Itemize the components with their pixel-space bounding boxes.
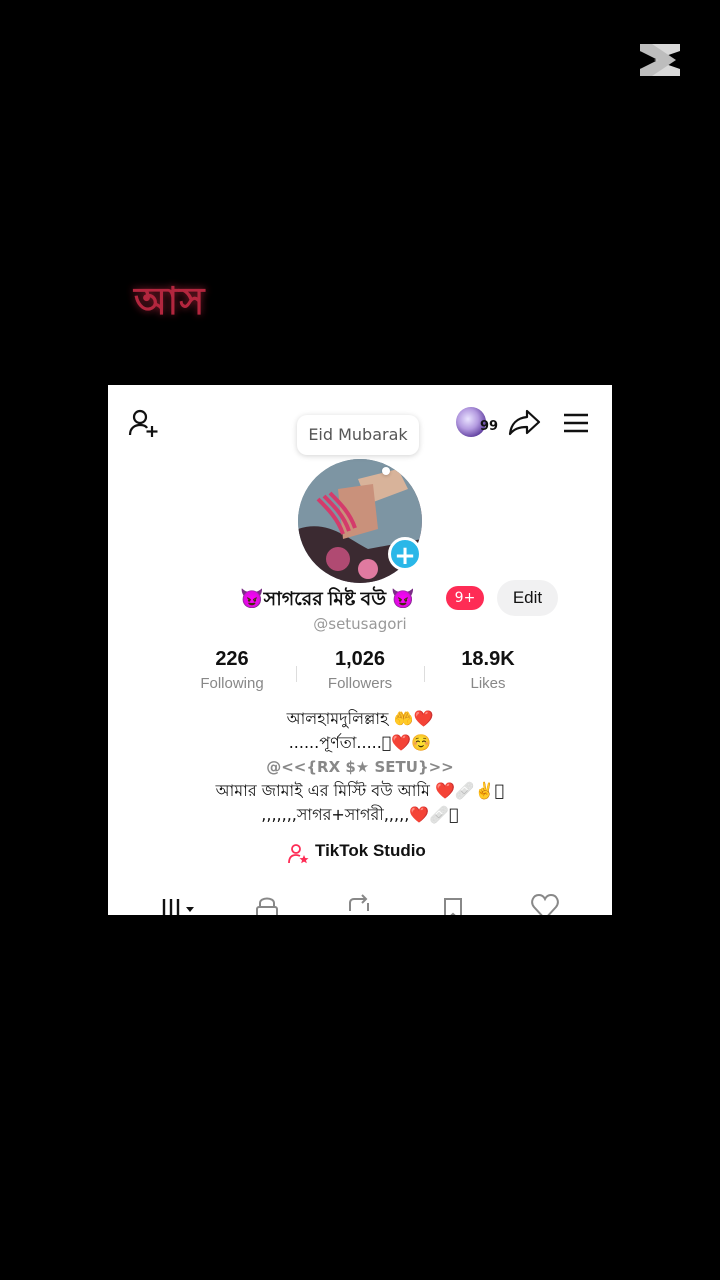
followers-count: 1,026: [334, 648, 386, 670]
profile-tabs: [108, 889, 612, 915]
tiktok-studio-label: TikTok Studio: [315, 841, 426, 860]
notification-badge[interactable]: 9+: [446, 586, 484, 610]
likes-stat[interactable]: 18.9K Likes: [424, 648, 552, 692]
tiktok-studio-link[interactable]: TikTok Studio: [288, 841, 448, 867]
menu-icon[interactable]: [560, 407, 592, 439]
repost-icon[interactable]: [344, 889, 374, 915]
heart-icon[interactable]: [530, 889, 560, 915]
lock-icon[interactable]: [252, 889, 282, 915]
add-user-icon[interactable]: [128, 407, 160, 439]
profile-switch-button[interactable]: 99: [456, 405, 498, 439]
note-bubble-tail: [382, 467, 390, 475]
share-icon[interactable]: [508, 405, 542, 439]
followers-stat[interactable]: 1,026 Followers: [296, 648, 424, 692]
likes-count: 18.9K: [461, 648, 515, 670]
bio-line: ,,,,,,,সাগর+সাগরী,,,,,❤️🩹􏰀: [261, 805, 459, 824]
profile-stats: 226 Following 1,026 Followers 18.9K Like…: [168, 648, 552, 698]
likes-label: Likes: [470, 675, 506, 692]
following-stat[interactable]: 226 Following: [168, 648, 296, 692]
profile-bio: আলহামদুলিল্লাহ 🤲❤️ ......পূর্ণতা.....􏰀❤️…: [108, 707, 612, 827]
name-row: 😈সাগরের মিষ্ট বউ 😈 9+ Edit: [108, 580, 612, 616]
bookmark-icon[interactable]: [438, 889, 468, 915]
capcut-logo-icon: [640, 44, 680, 76]
add-story-button[interactable]: +: [388, 537, 422, 571]
display-name: 😈সাগরের মিষ্ট বউ 😈: [240, 589, 415, 610]
following-label: Following: [200, 675, 264, 692]
studio-icon: [288, 844, 309, 864]
following-count: 226: [215, 648, 249, 670]
bio-line: আলহামদুলিল্লাহ 🤲❤️: [286, 709, 434, 728]
grid-icon[interactable]: [160, 889, 200, 915]
edit-profile-button[interactable]: Edit: [497, 580, 558, 616]
overlay-text: আস: [134, 278, 206, 323]
username: @setusagori: [313, 615, 407, 633]
bio-mention[interactable]: @<<{RX $★ SETU}>>: [108, 755, 612, 779]
bio-line: ......পূর্ণতা.....􏰀❤️☺️: [288, 733, 432, 752]
profile-card: 99 Eid Mubarak + 😈সাগরের মিষ্ট বউ 😈 9+ E…: [108, 385, 612, 915]
notification-count: 99: [480, 419, 499, 434]
bio-line: আমার জামাই এর মিস্টি বউ আমি ❤️🩹✌️􏰀: [215, 781, 505, 800]
note-bubble[interactable]: Eid Mubarak: [297, 415, 419, 455]
followers-label: Followers: [327, 675, 393, 692]
